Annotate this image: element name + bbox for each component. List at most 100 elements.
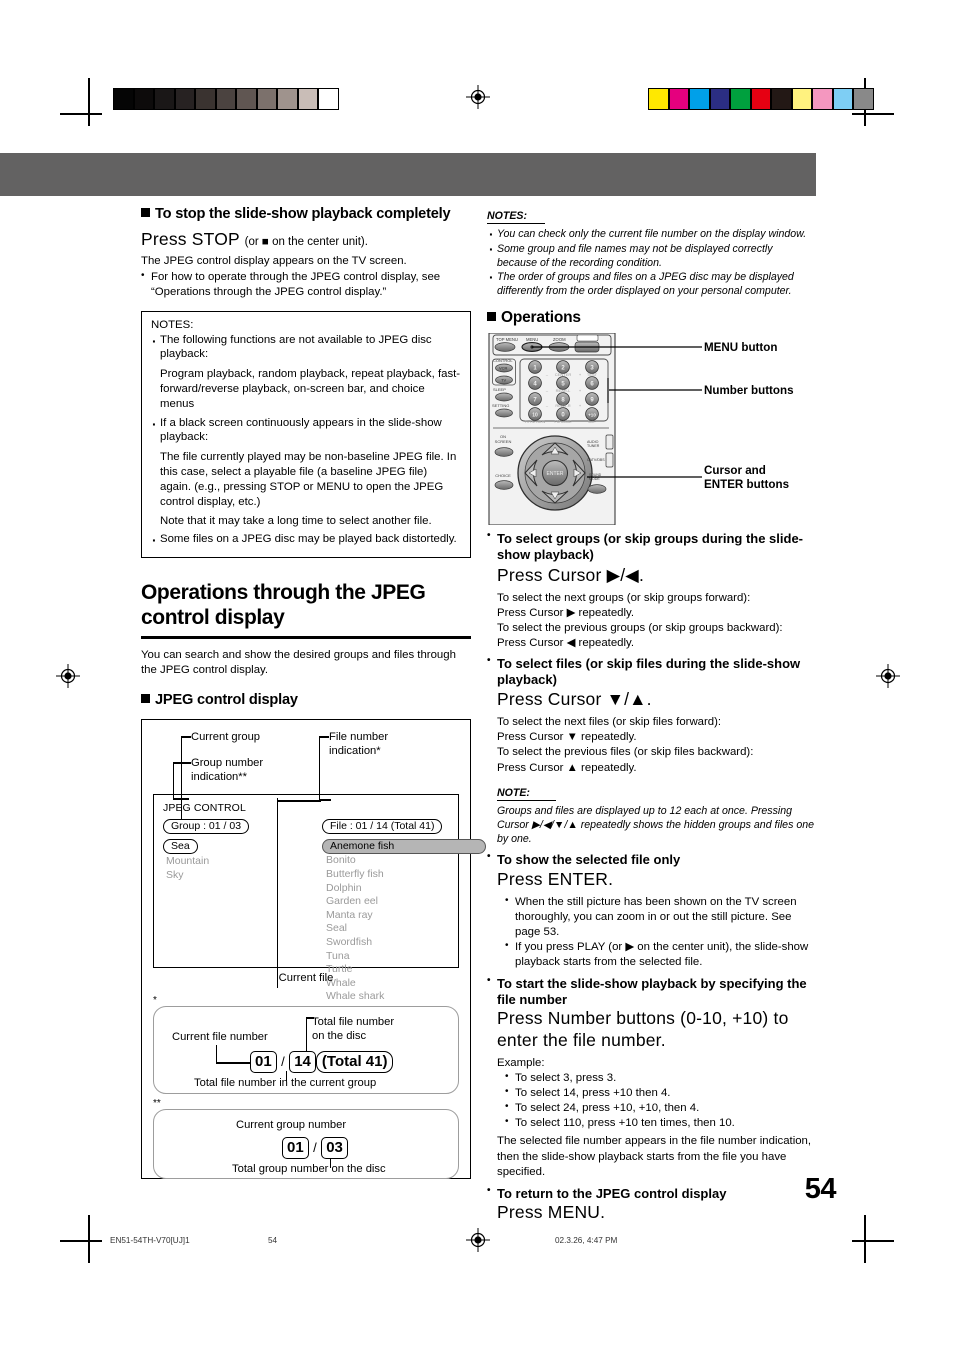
svg-text:TV: TV	[501, 377, 506, 382]
group-list-item: Sky	[166, 869, 184, 881]
group-file-total-box: 14	[289, 1051, 316, 1074]
list-item: You can check only the current file numb…	[487, 225, 815, 244]
select-files-press: Press Cursor ▼/▲.	[497, 689, 652, 710]
instruction-line: Press Cursor ▶ repeatedly.	[497, 606, 635, 619]
callout-group-number: Group number indication**	[191, 757, 264, 784]
show-file-section: To show the selected file only	[487, 851, 815, 868]
registration-mark-top	[466, 85, 490, 109]
slash-separator: /	[281, 1054, 285, 1070]
start-by-number-body: The selected file number appears in the …	[497, 1135, 812, 1178]
list-item: If you press PLAY (or ▶ on the center un…	[505, 939, 815, 970]
jpeg-control-display-heading: JPEG control display	[141, 692, 471, 710]
grayscale-swatch	[297, 88, 318, 110]
return-display-section: To return to the JPEG control display	[487, 1185, 815, 1202]
screen-title: JPEG CONTROL	[163, 802, 246, 815]
file-number-detail-box: Total file number on the disc Current fi…	[153, 1006, 459, 1095]
page-number: 54	[804, 1173, 837, 1205]
svg-text:CENTER: CENTER	[555, 372, 572, 377]
slash-separator: /	[313, 1140, 317, 1156]
crop-mark-bl-h	[60, 1240, 102, 1242]
crop-mark-br-h	[852, 1240, 894, 1242]
page-title: Operations through the JPEG control disp…	[141, 581, 426, 630]
label-current-group-number: Current group number	[236, 1119, 347, 1132]
svg-text:FM MODE: FM MODE	[555, 420, 573, 424]
square-bullet-icon	[141, 208, 150, 217]
show-file-press: Press ENTER.	[497, 868, 614, 889]
instruction-line: To select the previous files (or skip fi…	[497, 746, 754, 759]
grayscale-swatch	[215, 88, 236, 110]
file-list-item: Manta ray	[326, 908, 373, 921]
crop-mark-bl-v	[88, 1215, 90, 1263]
footer-document-id: EN51-54TH-V70[UJ]1	[110, 1236, 190, 1245]
header-band	[0, 153, 816, 196]
leader-line	[277, 798, 279, 989]
callout-current-file: Current file	[278, 972, 334, 985]
color-swatch	[709, 88, 730, 110]
label-total-file-on-disc: Total file number on the disc	[312, 1016, 395, 1043]
color-swatch	[853, 88, 874, 110]
stop-playback-section: To stop the slide-show playback complete…	[141, 206, 471, 301]
svg-text:MENU: MENU	[526, 337, 538, 342]
instruction-line: To select the next groups (or skip group…	[497, 591, 751, 604]
list-item: To select files (or skip files during th…	[487, 655, 815, 688]
current-file-callout-area: Current file	[153, 798, 459, 992]
registration-mark-bottom	[466, 1228, 490, 1252]
notes-para-2: The file currently played may be non-bas…	[160, 451, 457, 508]
document-page: To stop the slide-show playback complete…	[0, 0, 954, 1352]
footer-page-number: 54	[268, 1236, 278, 1245]
callout-file-number: File number indication*	[329, 731, 389, 758]
footer-timestamp: 02.3.26, 4:47 PM	[555, 1236, 618, 1245]
note-title: NOTE:	[497, 787, 556, 801]
svg-text:TEST: TEST	[587, 372, 598, 377]
file-list-item: Bonito	[326, 854, 356, 867]
crop-mark-left-h	[60, 113, 102, 115]
notes-list: The following functions are not availabl…	[151, 332, 461, 363]
jpeg-control-diagram: Current group Group number indication** …	[141, 719, 486, 1180]
grayscale-swatch	[113, 88, 134, 110]
svg-text:SCREEN: SCREEN	[495, 439, 512, 444]
file-list-item: Dolphin	[326, 881, 362, 894]
group-panel: JPEG CONTROL Group : 01 / 03 Sea Mountai…	[163, 802, 313, 882]
list-item: If a black screen continuously appears i…	[151, 415, 461, 446]
start-by-number-section: To start the slide-show playback by spec…	[487, 975, 815, 1008]
stop-body-text: The JPEG control display appears on the …	[141, 255, 407, 268]
group-number-detail-box: Current group number 01 / 03 Total group…	[153, 1109, 459, 1180]
color-swatch	[730, 88, 751, 110]
leader-line	[306, 1017, 308, 1056]
notes-title: NOTES:	[487, 210, 546, 224]
example-label: Example:	[497, 1057, 545, 1070]
instruction-line: Press Cursor ▲ repeatedly.	[497, 761, 637, 774]
svg-text:CHOICE: CHOICE	[495, 473, 511, 478]
remote-control-diagram: TOP MENU MENU ZOOM SUBTITLE CONTROL VCR …	[487, 332, 815, 526]
notes-title: NOTES:	[151, 318, 194, 331]
file-list-item: Seal	[326, 922, 348, 935]
note-text: Groups and files are displayed up to 12 …	[497, 804, 814, 845]
instruction-line: To select the previous groups (or skip g…	[497, 621, 783, 634]
color-swatch	[771, 88, 792, 110]
leader-line	[306, 1017, 314, 1019]
tv-screen-mock: JPEG CONTROL Group : 01 / 03 Sea Mountai…	[153, 794, 486, 1002]
group-number-values: 01 / 03	[282, 1137, 348, 1160]
notes-para-3: Note that it may take a long time to sel…	[160, 514, 432, 527]
operations-heading: Operations	[487, 309, 815, 328]
list-item: To select 3, press 3.	[505, 1070, 815, 1086]
grayscale-calibration-bar	[113, 88, 339, 110]
svg-text:ZOOM: ZOOM	[553, 337, 566, 342]
select-groups-section: To select groups (or skip groups during …	[487, 530, 815, 563]
instruction-line: Press Cursor ◀ repeatedly.	[497, 636, 635, 649]
group-list-item: Mountain	[166, 855, 210, 868]
group-detail-marker: **	[153, 1098, 161, 1110]
svg-text:VCR: VCR	[499, 365, 508, 370]
stop-press-line: Press STOP (or ■ on the center unit).	[141, 228, 368, 249]
disc-file-total-box: (Total 41)	[315, 1051, 394, 1074]
list-item: The order of groups and files on a JPEG …	[487, 268, 815, 298]
right-notes-block: NOTES: You can check only the current fi…	[487, 206, 815, 298]
svg-text:+10: +10	[588, 412, 596, 417]
grayscale-swatch	[318, 88, 339, 110]
svg-text:TV RETURN: TV RETURN	[525, 420, 546, 424]
grayscale-swatch	[256, 88, 277, 110]
color-swatch	[791, 88, 812, 110]
svg-text:ENTER: ENTER	[547, 471, 564, 477]
group-indication-pill: Group : 01 / 03	[163, 819, 250, 835]
list-item: To select groups (or skip groups during …	[487, 530, 815, 563]
